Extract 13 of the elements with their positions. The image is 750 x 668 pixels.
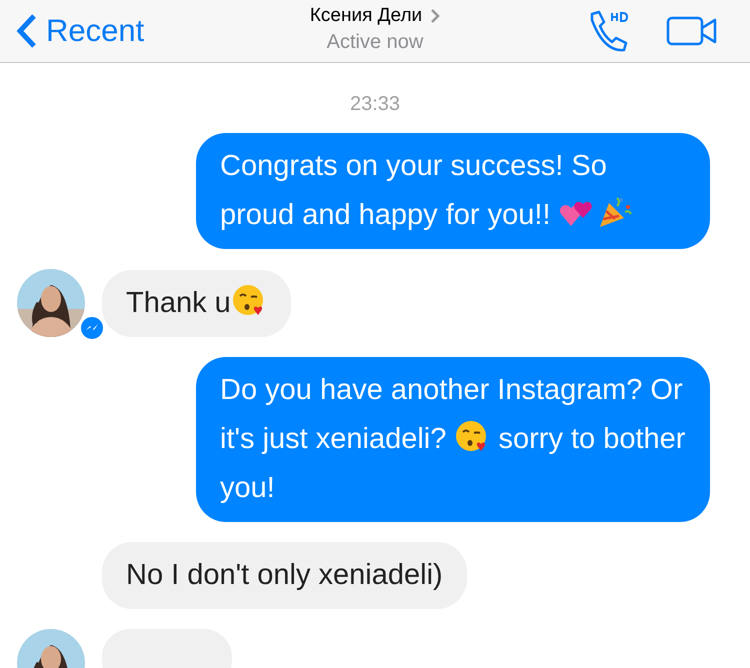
back-button[interactable]: Recent (16, 8, 256, 54)
chevron-left-icon (16, 13, 38, 49)
video-camera-icon[interactable] (666, 15, 718, 47)
chevron-right-icon (430, 8, 440, 24)
active-status: Active now (326, 30, 424, 55)
kiss-emoji-icon (232, 284, 266, 318)
sent-message: Congrats on your success! So proud and happy for you!! (196, 133, 710, 249)
received-message: Thank u (102, 270, 291, 337)
messenger-badge-icon (79, 315, 105, 341)
contact-name[interactable]: Ксения Дели (310, 5, 422, 27)
timestamp: 23:33 (350, 92, 400, 117)
sent-message: Do you have another Instagram? Or it's just xeniadeli? sorry to bother you! (196, 357, 710, 522)
received-message: No I don't only xeniadeli) (102, 542, 467, 609)
